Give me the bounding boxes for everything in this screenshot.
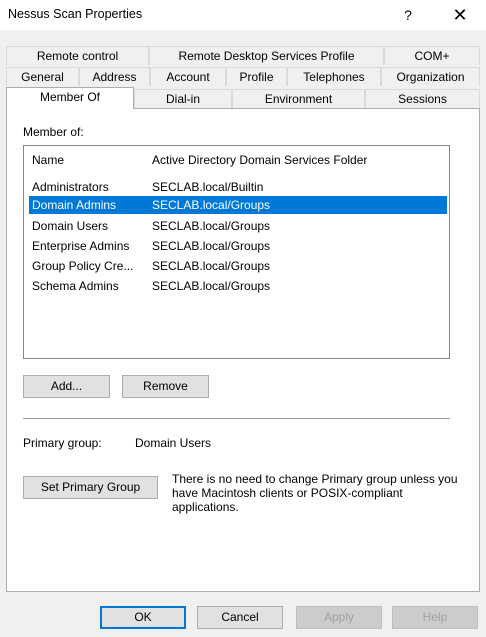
group-name: Enterprise Admins xyxy=(32,239,130,253)
listview-header: Name Active Directory Domain Services Fo… xyxy=(24,146,449,172)
tab-member-of[interactable]: Member Of xyxy=(6,87,134,109)
group-folder: SECLAB.local/Builtin xyxy=(152,180,264,194)
list-item-selected[interactable]: Domain Admins SECLAB.local/Groups xyxy=(29,196,447,214)
group-folder: SECLAB.local/Groups xyxy=(152,279,271,293)
list-item[interactable]: Group Policy Cre... SECLAB.local/Groups xyxy=(29,257,447,275)
list-item[interactable]: Schema Admins SECLAB.local/Groups xyxy=(29,277,447,295)
remove-button[interactable]: Remove xyxy=(122,375,209,398)
tab-profile[interactable]: Profile xyxy=(226,67,287,86)
group-folder: SECLAB.local/Groups xyxy=(152,198,271,212)
window-title: Nessus Scan Properties xyxy=(8,7,143,21)
tab-general[interactable]: General xyxy=(6,67,79,86)
set-primary-group-button[interactable]: Set Primary Group xyxy=(23,476,158,499)
primary-group-value: Domain Users xyxy=(135,436,212,450)
help-button[interactable]: Help xyxy=(392,606,478,629)
tab-environment[interactable]: Environment xyxy=(232,89,365,108)
column-header-folder[interactable]: Active Directory Domain Services Folder xyxy=(152,153,367,167)
primary-group-note: There is no need to change Primary group… xyxy=(172,472,458,514)
tab-com-plus[interactable]: COM+ xyxy=(384,46,480,65)
cancel-button[interactable]: Cancel xyxy=(197,606,283,629)
tab-organization[interactable]: Organization xyxy=(381,67,480,86)
title-bar: Nessus Scan Properties ? ✕ xyxy=(0,0,486,30)
member-of-label: Member of: xyxy=(23,125,84,139)
add-button[interactable]: Add... xyxy=(23,375,110,398)
tab-telephones[interactable]: Telephones xyxy=(287,67,381,86)
help-icon[interactable]: ? xyxy=(398,3,418,27)
tab-account[interactable]: Account xyxy=(150,67,226,86)
group-name: Domain Admins xyxy=(32,198,117,212)
apply-button[interactable]: Apply xyxy=(296,606,382,629)
group-name: Group Policy Cre... xyxy=(32,259,134,273)
list-item[interactable]: Enterprise Admins SECLAB.local/Groups xyxy=(29,237,447,255)
group-name: Domain Users xyxy=(32,219,109,233)
group-folder: SECLAB.local/Groups xyxy=(152,239,271,253)
separator xyxy=(23,418,450,419)
tab-address[interactable]: Address xyxy=(79,67,150,86)
tab-remote-desktop-services-profile[interactable]: Remote Desktop Services Profile xyxy=(149,46,384,65)
close-icon[interactable]: ✕ xyxy=(446,3,474,27)
group-folder: SECLAB.local/Groups xyxy=(152,259,271,273)
group-name: Schema Admins xyxy=(32,279,119,293)
column-header-name[interactable]: Name xyxy=(32,153,64,167)
primary-group-label: Primary group: xyxy=(23,436,102,450)
group-folder: SECLAB.local/Groups xyxy=(152,219,271,233)
member-of-listview[interactable]: Name Active Directory Domain Services Fo… xyxy=(23,145,450,359)
tab-sessions[interactable]: Sessions xyxy=(365,89,480,108)
tab-remote-control[interactable]: Remote control xyxy=(6,46,149,65)
group-name: Administrators xyxy=(32,180,109,194)
tab-dial-in[interactable]: Dial-in xyxy=(134,89,232,108)
list-item[interactable]: Domain Users SECLAB.local/Groups xyxy=(29,217,447,235)
ok-button[interactable]: OK xyxy=(100,606,186,629)
list-item[interactable]: Administrators SECLAB.local/Builtin xyxy=(29,178,447,196)
